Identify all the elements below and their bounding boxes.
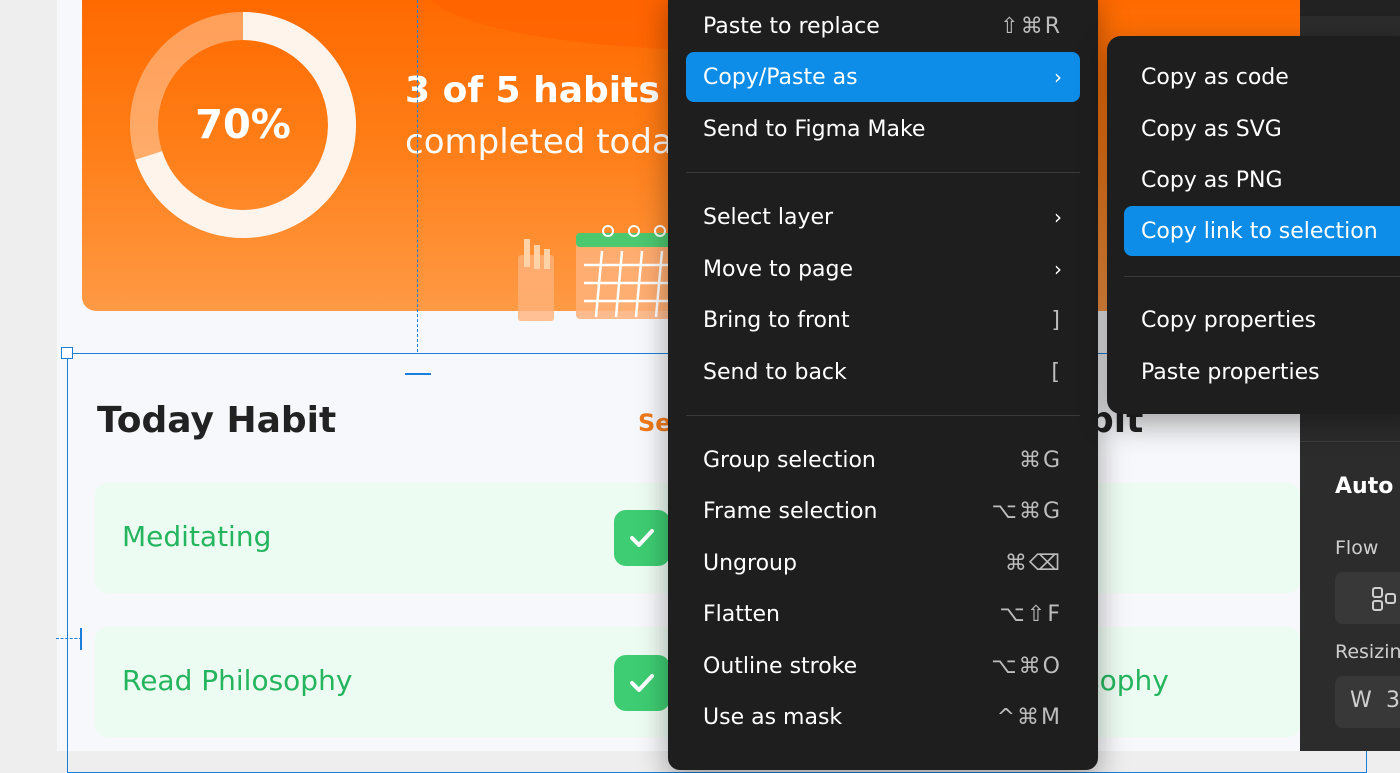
habits-count-text: 3 of 5 habits [405, 70, 660, 111]
panel-header [1300, 0, 1400, 16]
width-field-label: W [1350, 688, 1372, 713]
menu-item-use-as-mask[interactable]: Use as mask ^⌘M [686, 692, 1080, 742]
check-icon[interactable] [614, 510, 670, 566]
selection-handle[interactable] [61, 347, 73, 359]
menu-shortcut: ⌥⌘G [991, 498, 1062, 524]
habit-label: Read Philosophy [122, 664, 353, 697]
menu-item-send-to-back[interactable]: Send to back [ [686, 347, 1080, 397]
submenu-item-copy-as-code[interactable]: Copy as code [1124, 52, 1400, 102]
flow-label: Flow [1335, 537, 1379, 559]
menu-shortcut: ⌥⇧F [999, 601, 1062, 627]
menu-item-flatten[interactable]: Flatten ⌥⇧F [686, 589, 1080, 639]
menu-item-frame-selection[interactable]: Frame selection ⌥⌘G [686, 486, 1080, 536]
width-field-value: 3 [1386, 688, 1400, 713]
resizing-label: Resizin [1335, 641, 1400, 663]
menu-item-select-layer[interactable]: Select layer › [686, 192, 1080, 242]
menu-shortcut: ] [1051, 307, 1062, 333]
menu-item-ungroup[interactable]: Ungroup ⌘⌫ [686, 538, 1080, 588]
chevron-right-icon: › [1054, 257, 1062, 281]
chevron-right-icon: › [1054, 205, 1062, 229]
menu-divider [686, 172, 1080, 173]
calendar-illustration-icon [518, 225, 682, 321]
section-title: Today Habit [97, 400, 337, 441]
check-icon[interactable] [614, 655, 670, 711]
submenu-item-copy-as-svg[interactable]: Copy as SVG [1124, 104, 1400, 154]
submenu-item-copy-link-to-selection[interactable]: Copy link to selection [1124, 206, 1400, 256]
layout-guide-vertical [417, 0, 418, 352]
habit-label: Meditating [122, 520, 272, 553]
flow-layout-icon [1372, 587, 1396, 611]
menu-shortcut: ⇧⌘R [1000, 13, 1062, 39]
chevron-right-icon: › [1054, 65, 1062, 89]
submenu-divider [1124, 276, 1400, 277]
submenu-item-paste-properties[interactable]: Paste properties [1124, 347, 1400, 397]
menu-item-outline-stroke[interactable]: Outline stroke ⌥⌘O [686, 641, 1080, 691]
menu-shortcut: [ [1051, 359, 1062, 385]
menu-shortcut: ⌥⌘O [991, 653, 1062, 679]
auto-layout-section-title: Auto l [1335, 474, 1400, 499]
flow-selector[interactable] [1335, 572, 1400, 624]
submenu-item-copy-as-png[interactable]: Copy as PNG [1124, 155, 1400, 205]
menu-item-bring-to-front[interactable]: Bring to front ] [686, 295, 1080, 345]
progress-percent: 70% [195, 102, 291, 148]
menu-item-move-to-page[interactable]: Move to page › [686, 244, 1080, 294]
submenu-item-copy-properties[interactable]: Copy properties [1124, 295, 1400, 345]
menu-item-group-selection[interactable]: Group selection ⌘G [686, 435, 1080, 485]
habits-subtitle-text: completed toda [405, 122, 673, 162]
menu-item-paste-to-replace[interactable]: Paste to replace ⇧⌘R [686, 1, 1080, 51]
menu-shortcut: ⌘⌫ [1004, 550, 1062, 576]
see-all-link[interactable]: Se [638, 409, 672, 437]
menu-item-send-to-figma-make[interactable]: Send to Figma Make [686, 104, 1080, 154]
selection-edge-handle[interactable] [405, 373, 431, 375]
menu-divider [686, 415, 1080, 416]
panel-divider [1300, 441, 1400, 442]
menu-shortcut: ^⌘M [996, 704, 1062, 730]
menu-item-copy-paste-as[interactable]: Copy/Paste as › [686, 52, 1080, 102]
menu-shortcut: ⌘G [1018, 447, 1062, 473]
